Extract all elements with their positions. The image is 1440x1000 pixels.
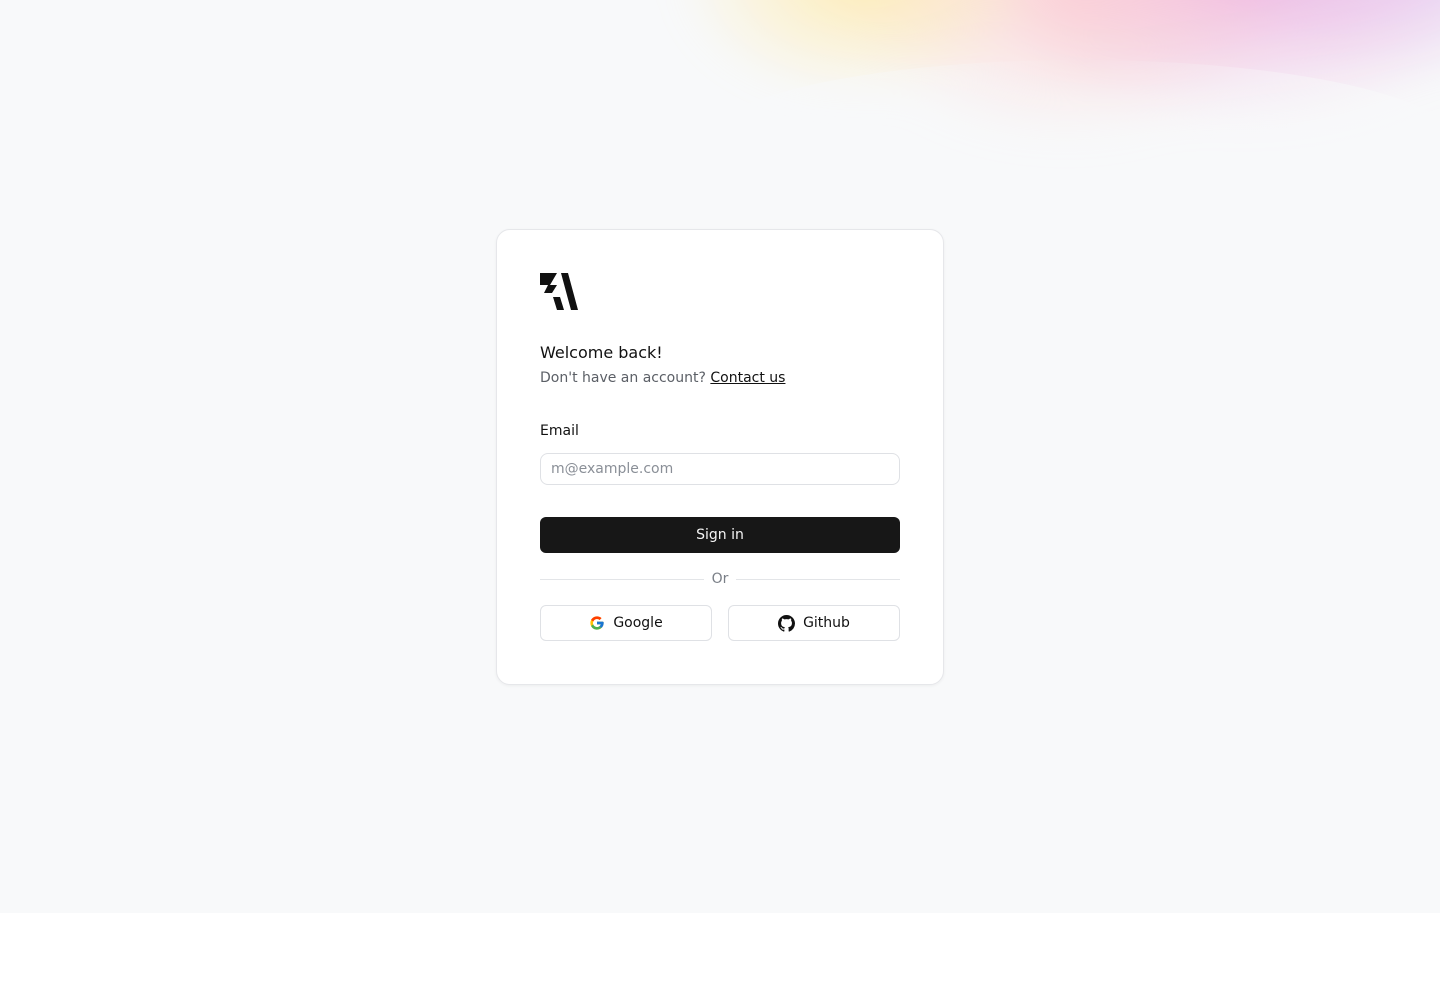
google-sign-in-button[interactable]: Google [540, 605, 712, 641]
brand-logo-icon [540, 273, 580, 311]
divider-line-right [736, 579, 900, 580]
page-background: Welcome back! Don't have an account? Con… [0, 0, 1440, 913]
github-icon [778, 614, 796, 632]
page-title: Welcome back! [540, 343, 663, 362]
email-label: Email [540, 423, 579, 439]
sign-in-button[interactable]: Sign in [540, 517, 900, 553]
google-icon [589, 615, 605, 631]
background-gradient-fade [700, 60, 1440, 230]
contact-us-link[interactable]: Contact us [710, 370, 785, 386]
google-button-label: Google [613, 615, 663, 631]
github-sign-in-button[interactable]: Github [728, 605, 900, 641]
email-field[interactable] [540, 453, 900, 485]
login-card: Welcome back! Don't have an account? Con… [496, 229, 944, 685]
github-button-label: Github [803, 615, 850, 631]
signup-prompt: Don't have an account? Contact us [540, 370, 785, 386]
signup-prompt-text: Don't have an account? [540, 370, 706, 386]
or-divider: Or [540, 570, 900, 588]
